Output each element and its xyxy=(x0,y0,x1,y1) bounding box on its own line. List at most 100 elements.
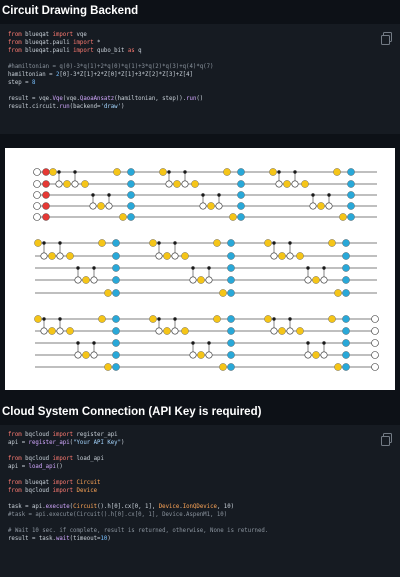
target-gate xyxy=(291,180,299,188)
h-gate xyxy=(42,191,50,199)
code-token: () xyxy=(55,464,63,470)
target-gate xyxy=(181,180,189,188)
code-token: import xyxy=(52,432,74,438)
rz-gate xyxy=(34,239,42,247)
target-gate xyxy=(56,252,64,260)
code-token: result = vqe. xyxy=(8,96,53,102)
qubit-output-circle xyxy=(371,339,379,347)
h-gate xyxy=(42,168,50,176)
rx-gate xyxy=(342,252,350,260)
copy-icon[interactable] xyxy=(381,433,392,446)
control-dot xyxy=(217,193,221,197)
target-gate xyxy=(155,252,163,260)
code-token: bqcloud xyxy=(21,432,53,438)
code-token: import xyxy=(52,488,74,494)
control-dot xyxy=(272,241,276,245)
code-token: Device xyxy=(158,504,180,510)
rz-gate xyxy=(98,315,106,323)
code-line: result.circuit.run(backend='draw') xyxy=(8,104,124,112)
target-gate xyxy=(270,327,278,335)
target-gate xyxy=(286,252,294,260)
rx-gate xyxy=(347,191,355,199)
target-gate xyxy=(304,351,312,359)
control-dot xyxy=(293,170,297,174)
code-token: blueqat.pauli xyxy=(21,40,74,46)
code-token: IonQDevice xyxy=(182,504,217,510)
code-token: q xyxy=(134,48,142,54)
code-block-cloud-connection[interactable]: from bqcloud import register_api api = re… xyxy=(0,425,400,577)
rz-gate xyxy=(97,202,105,210)
copy-icon[interactable] xyxy=(381,32,392,45)
target-gate xyxy=(74,351,82,359)
target-gate xyxy=(40,327,48,335)
rx-gate xyxy=(347,180,355,188)
rx-gate xyxy=(127,191,135,199)
code-token: vqe xyxy=(73,32,87,38)
control-dot xyxy=(58,241,62,245)
code-line: from blueqat import Circuit xyxy=(8,480,101,488)
rz-gate xyxy=(229,213,237,221)
rx-gate xyxy=(237,168,245,176)
control-dot xyxy=(322,266,326,270)
control-dot xyxy=(92,341,96,345)
rz-gate xyxy=(63,180,71,188)
rz-gate xyxy=(149,239,157,247)
rz-gate xyxy=(312,351,320,359)
rx-gate xyxy=(227,315,235,323)
rz-gate xyxy=(207,202,215,210)
rz-gate xyxy=(328,315,336,323)
rz-gate xyxy=(296,327,304,335)
code-token: [0]-3*Z[1]+2*Z[0]*Z[1]+3*Z[2]*Z[3]+Z[4] xyxy=(59,72,193,78)
rx-gate xyxy=(237,202,245,210)
code-line: from blueqat import vqe xyxy=(8,32,87,40)
code-token: (vqe. xyxy=(62,96,80,102)
target-gate xyxy=(189,351,197,359)
control-dot xyxy=(92,266,96,270)
circuit-diagram xyxy=(5,148,395,390)
rz-gate xyxy=(163,327,171,335)
rz-gate xyxy=(278,327,286,335)
control-dot xyxy=(201,193,205,197)
code-line: # Wait 10 sec. if complete, result is re… xyxy=(8,528,268,536)
target-gate xyxy=(90,276,98,284)
target-gate xyxy=(215,202,223,210)
rz-gate xyxy=(219,363,227,371)
rz-gate xyxy=(301,180,309,188)
code-token: QaoaAnsatz xyxy=(79,96,115,102)
code-token: Device xyxy=(76,488,98,494)
qubit-output-circle xyxy=(371,363,379,371)
rz-gate xyxy=(48,327,56,335)
code-token: result.circuit. xyxy=(8,104,60,110)
rx-gate xyxy=(347,202,355,210)
rx-gate xyxy=(342,327,350,335)
rx-gate xyxy=(227,351,235,359)
code-token: , 10) xyxy=(216,504,235,510)
rz-gate xyxy=(264,239,272,247)
rx-gate xyxy=(112,339,120,347)
target-gate xyxy=(74,276,82,284)
code-token: from xyxy=(8,488,22,494)
target-gate xyxy=(320,351,328,359)
target-gate xyxy=(40,252,48,260)
rz-gate xyxy=(104,289,112,297)
control-dot xyxy=(173,241,177,245)
control-dot xyxy=(288,317,292,321)
rx-gate xyxy=(227,252,235,260)
rx-gate xyxy=(112,363,120,371)
code-line: from bqcloud import register_api xyxy=(8,432,118,440)
code-token: # Wait 10 sec. if complete, result is re… xyxy=(8,528,269,534)
code-token: #hamiltonian = q(0)-3*q(1)+2*q(0)*q(1)+3… xyxy=(8,64,214,70)
code-block-circuit-drawing[interactable]: from blueqat import vqe from blueqat.paul… xyxy=(0,24,400,134)
code-token: wait xyxy=(55,536,70,542)
rz-gate xyxy=(163,252,171,260)
rx-gate xyxy=(127,213,135,221)
control-dot xyxy=(57,170,61,174)
code-line: #hamiltonian = q(0)-3*q(1)+2*q(0)*q(1)+3… xyxy=(8,64,213,72)
code-token: import xyxy=(52,32,74,38)
rx-gate xyxy=(237,180,245,188)
rz-gate xyxy=(264,315,272,323)
code-token: import xyxy=(73,48,94,54)
control-dot xyxy=(207,266,211,270)
target-gate xyxy=(105,202,113,210)
target-gate xyxy=(270,252,278,260)
